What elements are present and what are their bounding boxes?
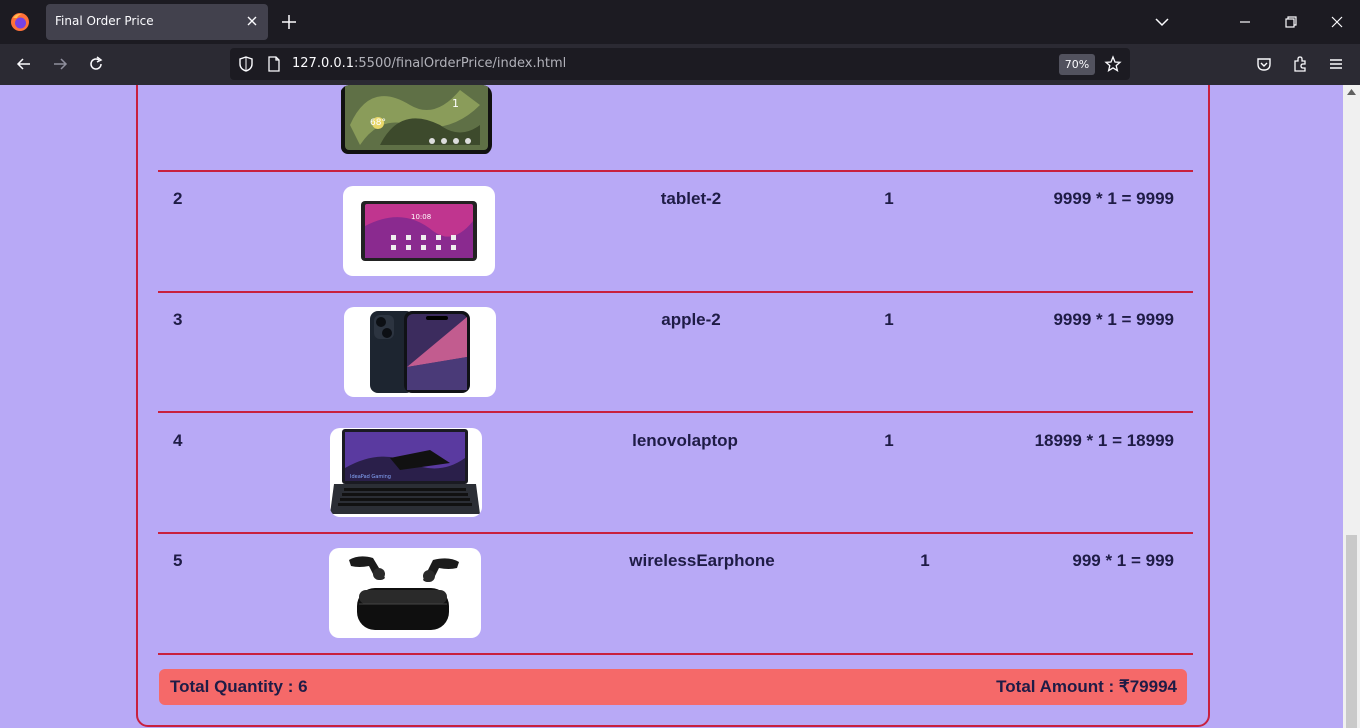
product-quantity: 1 <box>884 431 894 450</box>
back-icon[interactable] <box>15 55 33 73</box>
reload-icon[interactable] <box>87 55 105 73</box>
url-host: 127.0.0.1 <box>292 56 355 71</box>
pocket-icon[interactable] <box>1255 55 1273 73</box>
active-tab[interactable]: Final Order Price <box>46 4 268 40</box>
product-name: tablet-2 <box>660 189 722 208</box>
product-image-wirelessearphone <box>329 548 481 638</box>
row-divider <box>158 170 1193 172</box>
row-index: 3 <box>173 310 183 329</box>
extensions-icon[interactable] <box>1291 55 1309 73</box>
product-price: 18999 * 1 = 18999 <box>1034 431 1174 450</box>
row-index: 5 <box>173 551 183 570</box>
tab-strip: Final Order Price <box>0 0 1360 44</box>
product-image-tablet-1: 68° 1 <box>340 85 492 155</box>
tablet-2-image: 10:08 <box>361 201 477 261</box>
new-tab-icon[interactable] <box>280 13 298 31</box>
order-total-bar: Total Quantity : 6 Total Amount : ₹79994 <box>159 669 1187 705</box>
order-table-container <box>136 85 1210 727</box>
forward-icon[interactable] <box>51 55 69 73</box>
product-name: wirelessEarphone <box>629 551 775 570</box>
restore-icon[interactable] <box>1283 14 1299 30</box>
address-bar[interactable]: 127.0.0.1:5500/finalOrderPrice/index.htm… <box>230 48 1130 80</box>
product-price: 9999 * 1 = 9999 <box>1053 310 1174 329</box>
laptop-image: IdeaPad Gaming <box>330 429 480 514</box>
product-image-apple-2 <box>344 307 496 397</box>
total-quantity: Total Quantity : 6 <box>170 677 308 696</box>
close-window-icon[interactable] <box>1329 14 1345 30</box>
svg-text:68°: 68° <box>370 118 386 128</box>
menu-icon[interactable] <box>1327 55 1345 73</box>
shield-icon[interactable] <box>237 55 255 73</box>
product-name: lenovolaptop <box>632 431 738 450</box>
svg-text:IdeaPad Gaming: IdeaPad Gaming <box>350 474 391 480</box>
page-icon[interactable] <box>265 55 283 73</box>
url-path: :5500/finalOrderPrice/index.html <box>354 56 567 71</box>
total-amount: Total Amount : ₹79994 <box>996 677 1177 696</box>
row-divider <box>158 411 1193 413</box>
product-quantity: 1 <box>920 551 930 570</box>
svg-text:1: 1 <box>452 97 459 110</box>
url-text[interactable]: 127.0.0.1:5500/finalOrderPrice/index.htm… <box>292 56 566 71</box>
firefox-logo-icon[interactable] <box>10 12 30 32</box>
bookmark-star-icon[interactable] <box>1104 55 1122 73</box>
product-price: 999 * 1 = 999 <box>1072 551 1174 570</box>
tablet-1-image: 68° 1 <box>341 85 492 154</box>
chevron-down-icon[interactable] <box>1153 14 1171 30</box>
tab-title: Final Order Price <box>55 14 154 28</box>
row-divider <box>158 291 1193 293</box>
iphone-image <box>370 311 470 393</box>
product-quantity: 1 <box>884 310 894 329</box>
product-image-tablet-2: 10:08 <box>343 186 495 276</box>
scroll-up-arrow-icon[interactable] <box>1347 88 1356 97</box>
row-divider <box>158 653 1193 655</box>
row-index: 4 <box>173 431 183 450</box>
svg-text:10:08: 10:08 <box>411 213 431 221</box>
scrollbar-thumb[interactable] <box>1346 535 1357 728</box>
vertical-scrollbar[interactable] <box>1343 85 1360 728</box>
minimize-icon[interactable] <box>1237 14 1253 30</box>
product-price: 9999 * 1 = 9999 <box>1053 189 1174 208</box>
zoom-level-button[interactable]: 70% <box>1059 54 1095 75</box>
row-index: 2 <box>173 189 183 208</box>
page-viewport: 68° 1 2 10:08 tablet-2 1 9999 * 1 = 9999… <box>0 85 1343 728</box>
product-image-lenovolaptop: IdeaPad Gaming <box>330 428 482 517</box>
earphones-image <box>349 556 459 630</box>
navigation-toolbar: 127.0.0.1:5500/finalOrderPrice/index.htm… <box>0 44 1360 85</box>
product-quantity: 1 <box>884 189 894 208</box>
product-name: apple-2 <box>661 310 721 329</box>
close-tab-icon[interactable] <box>244 13 260 29</box>
row-divider <box>158 532 1193 534</box>
